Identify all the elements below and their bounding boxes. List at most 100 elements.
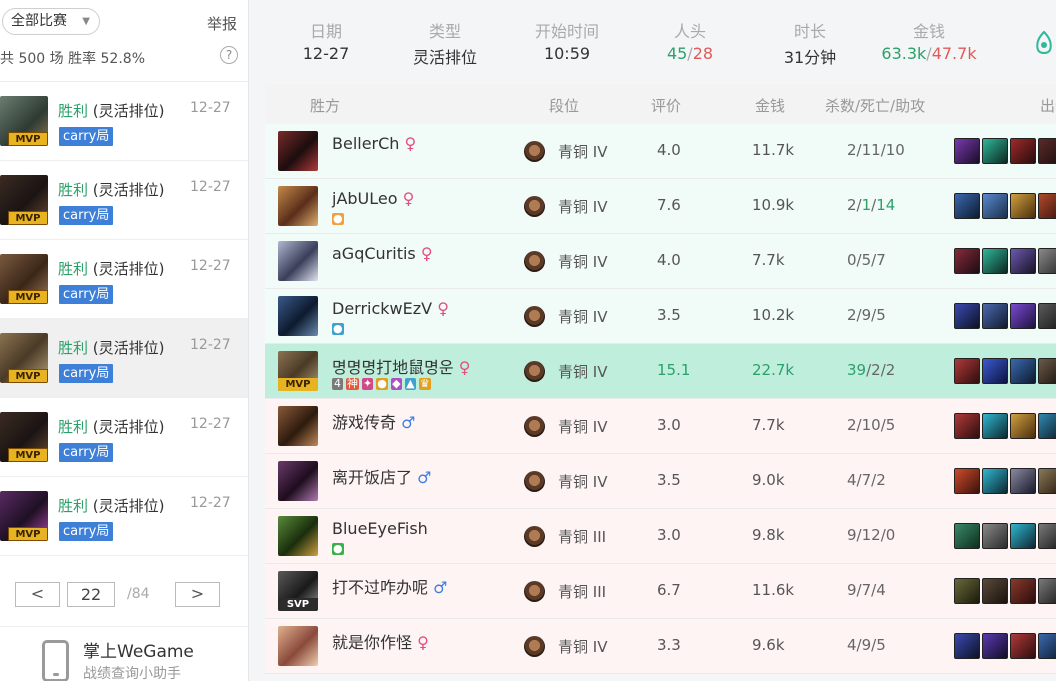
item-icon[interactable]: [1038, 248, 1056, 274]
match-date: 12-27: [190, 100, 231, 116]
player-name[interactable]: 就是你作怪 ♀: [332, 629, 429, 653]
item-icon[interactable]: [982, 578, 1008, 604]
player-gold: 9.8k: [752, 526, 785, 544]
player-name[interactable]: 离开饭店了 ♂: [332, 464, 431, 488]
player-row[interactable]: 离开饭店了 ♂ 青铜 IV 3.5 9.0k 4/7/2: [265, 454, 1056, 509]
item-icon[interactable]: [1038, 413, 1056, 439]
item-icon[interactable]: [954, 193, 980, 219]
promo-subtitle: 战绩查询小助手: [83, 666, 181, 681]
match-result: 胜利 (灵活排位): [58, 100, 165, 121]
player-row[interactable]: 就是你作怪 ♀ 青铜 IV 3.3 9.6k 4/9/5: [265, 619, 1056, 674]
player-row-mvp[interactable]: MVP 명명명打地鼠명운 ♀ 4 神 ✦ ● ◆ ▲ ♛ 青铜 IV 15.1 22.7k …: [265, 344, 1056, 399]
item-icon[interactable]: [954, 413, 980, 439]
promo-title: 掌上WeGame: [83, 642, 194, 662]
champion-avatar: MVP: [0, 175, 48, 225]
stat-value: 10:59: [543, 44, 591, 63]
item-icon[interactable]: [982, 523, 1008, 549]
champion-avatar: MVP: [0, 333, 48, 383]
ward-icon[interactable]: [1032, 30, 1056, 56]
item-icon[interactable]: [1010, 358, 1036, 384]
page-number-input[interactable]: 22: [67, 582, 115, 607]
item-icon[interactable]: [982, 303, 1008, 329]
item-icon[interactable]: [954, 303, 980, 329]
player-name[interactable]: BellerCh ♀: [332, 134, 416, 153]
item-icon[interactable]: [1010, 413, 1036, 439]
item-icon[interactable]: [954, 523, 980, 549]
item-icon[interactable]: [1038, 523, 1056, 549]
player-row[interactable]: DerrickwEzV ♀ ● 青铜 IV 3.5 10.2k 2/9/5: [265, 289, 1056, 344]
player-name[interactable]: jAbULeo ♀: [332, 189, 414, 208]
item-icon[interactable]: [1038, 138, 1056, 164]
player-row[interactable]: SVP 打不过咋办呢 ♂ 青铜 III 6.7 11.6k 9/7/4: [265, 564, 1056, 619]
champion-avatar: [278, 406, 318, 446]
item-icon[interactable]: [982, 413, 1008, 439]
player-kda: 39/2/2: [847, 361, 896, 379]
item-icon[interactable]: [1010, 468, 1036, 494]
match-date: 12-27: [190, 179, 231, 195]
item-icon[interactable]: [954, 468, 980, 494]
player-row[interactable]: 游戏传奇 ♂ 青铜 IV 3.0 7.7k 2/10/5: [265, 399, 1056, 454]
item-icon[interactable]: [954, 578, 980, 604]
prev-page-button[interactable]: <: [15, 582, 60, 607]
item-icon[interactable]: [1038, 303, 1056, 329]
player-name[interactable]: 打不过咋办呢 ♂: [332, 574, 447, 598]
female-icon: ♀: [437, 299, 449, 318]
item-icon[interactable]: [1038, 578, 1056, 604]
match-mode: (灵活排位): [92, 181, 165, 199]
player-name[interactable]: aGqCuritis ♀: [332, 244, 433, 263]
player-score: 3.0: [657, 526, 681, 544]
kda-kills: 0: [847, 251, 857, 269]
item-icon[interactable]: [982, 358, 1008, 384]
champion-avatar: MVP: [0, 96, 48, 146]
player-name[interactable]: 游戏传奇 ♂: [332, 409, 415, 433]
item-icon[interactable]: [1010, 303, 1036, 329]
kda-deaths: 12: [861, 526, 881, 544]
item-icon[interactable]: [954, 633, 980, 659]
player-name[interactable]: BlueEyeFish: [332, 519, 428, 538]
match-list-item[interactable]: MVP 胜利 (灵活排位) 12-27 carry局: [0, 398, 248, 477]
item-icon[interactable]: [954, 138, 980, 164]
item-icon[interactable]: [1010, 193, 1036, 219]
match-filter-select[interactable]: 全部比赛 ▼: [2, 8, 100, 35]
next-page-button[interactable]: >: [175, 582, 220, 607]
item-icon[interactable]: [1010, 138, 1036, 164]
mvp-badge: MVP: [278, 378, 318, 391]
item-icon[interactable]: [954, 358, 980, 384]
match-list-item-selected[interactable]: MVP 胜利 (灵活排位) 12-27 carry局: [0, 319, 248, 398]
item-icon[interactable]: [1038, 193, 1056, 219]
item-icon[interactable]: [1038, 358, 1056, 384]
item-icon[interactable]: [982, 633, 1008, 659]
match-list-item[interactable]: MVP 胜利 (灵活排位) 12-27 carry局: [0, 82, 248, 161]
player-row[interactable]: BlueEyeFish ● 青铜 III 3.0 9.8k 9/12/0: [265, 509, 1056, 564]
item-icon[interactable]: [982, 138, 1008, 164]
item-icon[interactable]: [982, 468, 1008, 494]
help-icon[interactable]: ?: [220, 46, 238, 64]
player-row[interactable]: aGqCuritis ♀ 青铜 IV 4.0 7.7k 0/5/7: [265, 234, 1056, 289]
kda-deaths: 5: [861, 251, 872, 269]
match-list-item[interactable]: MVP 胜利 (灵活排位) 12-27 carry局: [0, 477, 248, 556]
wegame-app-promo[interactable]: 掌上WeGame 战绩查询小助手: [0, 627, 248, 681]
honor-icon: ●: [332, 212, 344, 225]
item-icon[interactable]: [1038, 468, 1056, 494]
player-score: 3.0: [657, 416, 681, 434]
match-list-item[interactable]: MVP 胜利 (灵活排位) 12-27 carry局: [0, 240, 248, 319]
player-name[interactable]: 명명명打地鼠명운 ♀: [332, 354, 470, 378]
player-row[interactable]: jAbULeo ♀ ● 青铜 IV 7.6 10.9k 2/1/14: [265, 179, 1056, 234]
report-link[interactable]: 举报: [207, 13, 237, 34]
item-icon[interactable]: [1010, 578, 1036, 604]
item-icon[interactable]: [1010, 248, 1036, 274]
item-icon[interactable]: [982, 248, 1008, 274]
item-icon[interactable]: [982, 193, 1008, 219]
player-gold: 7.7k: [752, 416, 785, 434]
player-name[interactable]: DerrickwEzV ♀: [332, 299, 449, 318]
item-icon[interactable]: [1010, 523, 1036, 549]
item-icon[interactable]: [1010, 633, 1036, 659]
page-total: /84: [127, 586, 150, 602]
item-build: [954, 523, 1056, 549]
match-list-item[interactable]: MVP 胜利 (灵活排位) 12-27 carry局: [0, 161, 248, 240]
item-icon[interactable]: [1038, 633, 1056, 659]
item-icon[interactable]: [954, 248, 980, 274]
kda-deaths: 7: [861, 471, 872, 489]
win-gold: 63.3k: [881, 44, 927, 63]
player-row[interactable]: BellerCh ♀ 青铜 IV 4.0 11.7k 2/11/10: [265, 124, 1056, 179]
